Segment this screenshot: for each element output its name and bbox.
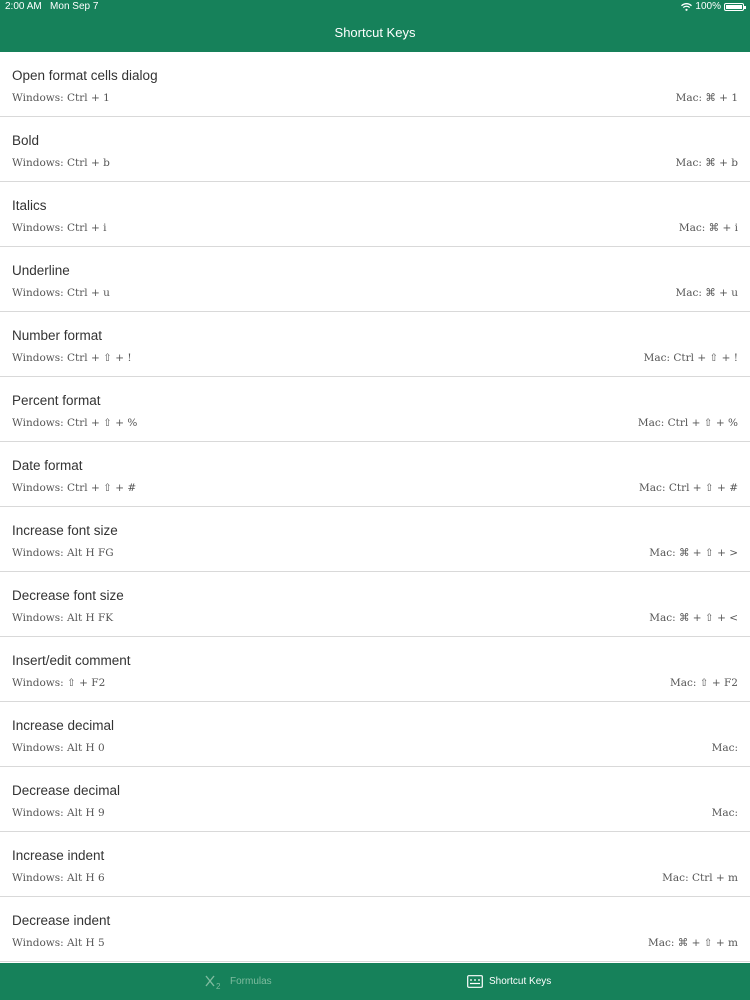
list-item[interactable]: Decrease indent Windows: Alt H 5 Mac: ⌘ … [0, 897, 750, 962]
shortcut-title: Open format cells dialog [12, 68, 158, 83]
shortcut-title: Bold [12, 133, 40, 148]
list-item[interactable]: Open format cells dialog Windows: Ctrl +… [0, 52, 750, 117]
mac-shortcut: Mac: ⌘ + ⇧ + > [649, 547, 738, 559]
nav-bar: Shortcut Keys [0, 14, 750, 52]
status-date: Mon Sep 7 [50, 1, 99, 12]
mac-shortcut: Mac: [711, 742, 738, 754]
windows-shortcut: Windows: Ctrl + ⇧ + ! [12, 352, 132, 364]
shortcut-list[interactable]: Open format cells dialog Windows: Ctrl +… [0, 52, 750, 963]
shortcut-title: Increase indent [12, 848, 105, 863]
mac-shortcut: Mac: ⌘ + u [675, 287, 738, 299]
shortcut-title: Decrease indent [12, 913, 111, 928]
status-bar: 2:00 AM Mon Sep 7 100% [0, 0, 750, 14]
list-item[interactable]: Decrease decimal Windows: Alt H 9 Mac: [0, 767, 750, 832]
shortcut-title: Increase font size [12, 523, 118, 538]
tab-bar: 2 Formulas Shortcut Keys [0, 963, 750, 1000]
mac-shortcut: Mac: Ctrl + m [662, 872, 738, 884]
status-right: 100% [681, 0, 746, 14]
shortcut-title: Underline [12, 263, 70, 278]
tab-shortcut-keys-label: Shortcut Keys [489, 976, 552, 987]
status-left: 2:00 AM Mon Sep 7 [5, 0, 98, 14]
list-item[interactable]: Percent format Windows: Ctrl + ⇧ + % Mac… [0, 377, 750, 442]
list-item[interactable]: Increase font size Windows: Alt H FG Mac… [0, 507, 750, 572]
windows-shortcut: Windows: Alt H 0 [12, 742, 105, 754]
tab-formulas[interactable]: 2 Formulas [204, 963, 272, 1000]
windows-shortcut: Windows: Ctrl + ⇧ + # [12, 482, 137, 494]
mac-shortcut: Mac: Ctrl + ⇧ + # [639, 482, 738, 494]
shortcut-title: Increase decimal [12, 718, 115, 733]
mac-shortcut: Mac: ⌘ + ⇧ + < [649, 612, 738, 624]
page-title: Shortcut Keys [334, 25, 416, 40]
list-item[interactable]: Number format Windows: Ctrl + ⇧ + ! Mac:… [0, 312, 750, 377]
battery-percent: 100% [695, 1, 721, 12]
status-time: 2:00 AM [5, 1, 42, 12]
list-item[interactable]: Bold Windows: Ctrl + b Mac: ⌘ + b [0, 117, 750, 182]
shortcut-title: Decrease font size [12, 588, 124, 603]
mac-shortcut: Mac: [711, 807, 738, 819]
shortcut-title: Percent format [12, 393, 101, 408]
formula-icon: 2 [205, 975, 221, 990]
windows-shortcut: Windows: Ctrl + i [12, 222, 107, 234]
list-item[interactable]: Date format Windows: Ctrl + ⇧ + # Mac: C… [0, 442, 750, 507]
windows-shortcut: Windows: Alt H 6 [12, 872, 105, 884]
windows-shortcut: Windows: ⇧ + F2 [12, 677, 106, 689]
list-item[interactable]: Insert/edit comment Windows: ⇧ + F2 Mac:… [0, 637, 750, 702]
tab-shortcut-keys[interactable]: Shortcut Keys [467, 963, 551, 1000]
mac-shortcut: Mac: ⌘ + ⇧ + m [648, 937, 738, 949]
list-item[interactable]: Increase decimal Windows: Alt H 0 Mac: [0, 702, 750, 767]
shortcut-title: Insert/edit comment [12, 653, 131, 668]
list-item[interactable]: Increase indent Windows: Alt H 6 Mac: Ct… [0, 832, 750, 897]
list-item[interactable]: Underline Windows: Ctrl + u Mac: ⌘ + u [0, 247, 750, 312]
tab-formulas-label: Formulas [230, 976, 272, 987]
mac-shortcut: Mac: ⌘ + 1 [675, 92, 738, 104]
mac-shortcut: Mac: Ctrl + ⇧ + ! [643, 352, 738, 364]
windows-shortcut: Windows: Ctrl + u [12, 287, 110, 299]
wifi-icon [681, 3, 693, 11]
mac-shortcut: Mac: ⇧ + F2 [669, 677, 738, 689]
windows-shortcut: Windows: Ctrl + ⇧ + % [12, 417, 138, 429]
shortcut-title: Decrease decimal [12, 783, 121, 798]
svg-text:2: 2 [216, 982, 221, 990]
shortcut-title: Italics [12, 198, 47, 213]
mac-shortcut: Mac: ⌘ + i [678, 222, 738, 234]
list-item[interactable]: Decrease font size Windows: Alt H FK Mac… [0, 572, 750, 637]
windows-shortcut: Windows: Ctrl + b [12, 157, 110, 169]
windows-shortcut: Windows: Ctrl + 1 [12, 92, 110, 104]
mac-shortcut: Mac: ⌘ + b [675, 157, 738, 169]
windows-shortcut: Windows: Alt H 5 [12, 937, 105, 949]
shortcut-title: Date format [12, 458, 83, 473]
windows-shortcut: Windows: Alt H FK [12, 612, 114, 624]
battery-icon [724, 3, 746, 11]
windows-shortcut: Windows: Alt H 9 [12, 807, 105, 819]
shortcut-title: Number format [12, 328, 103, 343]
keyboard-icon [467, 975, 483, 988]
windows-shortcut: Windows: Alt H FG [12, 547, 114, 559]
list-item[interactable]: Italics Windows: Ctrl + i Mac: ⌘ + i [0, 182, 750, 247]
mac-shortcut: Mac: Ctrl + ⇧ + % [637, 417, 738, 429]
